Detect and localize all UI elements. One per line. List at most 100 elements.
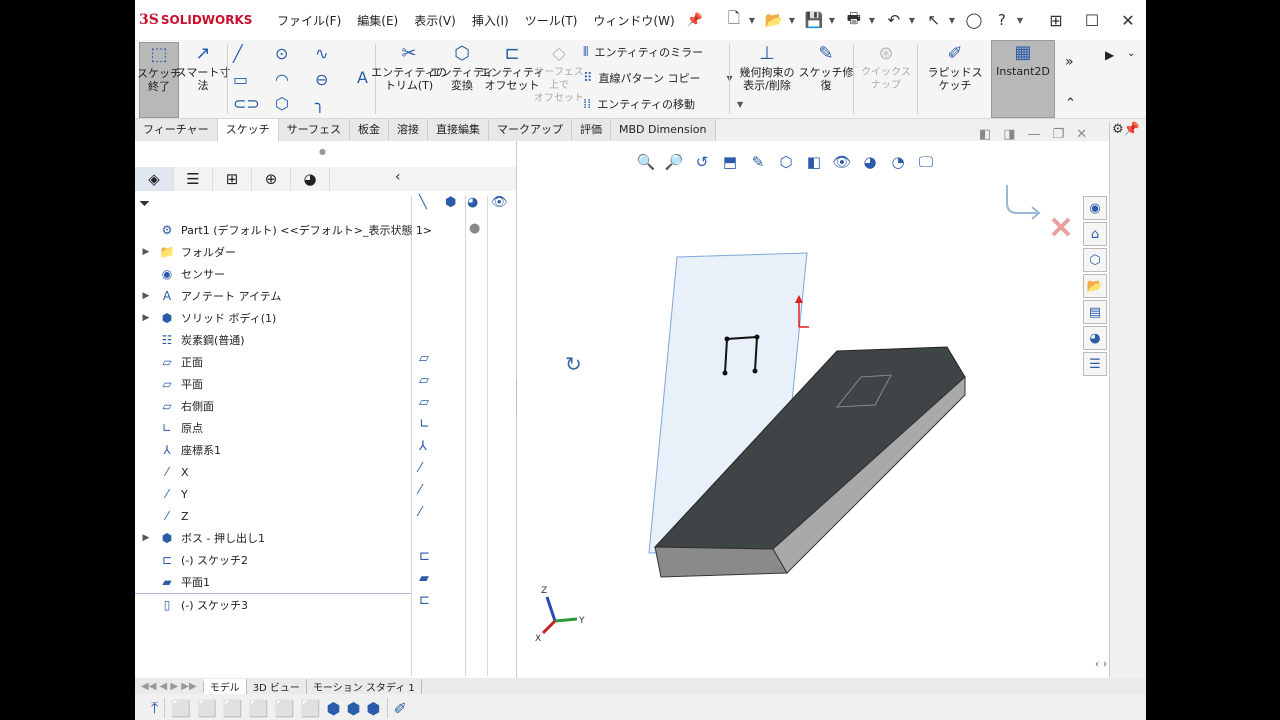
line-color-icon[interactable]: ╲ <box>419 195 427 210</box>
tree-item-annotations[interactable]: ▶ A アノテート アイテム <box>135 285 282 307</box>
tree-item-solid-bodies[interactable]: ▶ ⬢ ソリッド ボディ(1) <box>135 307 277 329</box>
fillet-icon[interactable]: ╮ <box>315 94 325 113</box>
graphics-viewport[interactable]: ◧ ◨ — ❐ ✕ 🔍 🔎 ↺ ⬒ ✎ ⬡ ◧ 👁 ◕ ◔ 🖵 ↻ Z Y X … <box>517 127 1109 678</box>
text-icon[interactable]: A <box>357 68 368 87</box>
right-view-icon[interactable]: ⬜ <box>249 699 269 718</box>
new-document-icon[interactable]: 🗋 <box>721 8 747 32</box>
smart-dimension-button[interactable]: ↗ スマート寸 法 <box>176 42 231 92</box>
chevron-down-icon[interactable]: ▼ <box>869 16 879 25</box>
panel-grip-icon[interactable]: ● <box>319 147 326 156</box>
menu-edit[interactable]: 編集(E) <box>349 12 406 29</box>
tab-scroll-arrows[interactable]: ◀◀ ◀ ▶ ▶▶ <box>135 680 204 692</box>
tab-features[interactable]: フィーチャー <box>135 119 218 141</box>
relations-button[interactable]: ⊥ 幾何拘束の 表示/削除 <box>735 42 799 92</box>
link-view-icon[interactable]: ✐ <box>394 699 407 718</box>
chevron-down-icon[interactable]: ▼ <box>737 100 743 109</box>
tree-item-material[interactable]: ☷ 炭素鋼(普通) <box>135 329 245 351</box>
rectangle-icon[interactable]: ▭ <box>233 70 248 89</box>
collapse-ribbon-icon[interactable]: ⌃ <box>1065 96 1076 111</box>
help-icon[interactable]: ? <box>989 8 1015 32</box>
close-icon[interactable]: ✕ <box>1110 0 1146 40</box>
visibility-icon[interactable]: 👁 <box>491 195 508 210</box>
circle-icon[interactable]: ⊙ <box>275 44 288 63</box>
instant2d-button[interactable]: ▦ Instant2D <box>991 40 1055 118</box>
normal-to-icon[interactable]: ⤒ <box>151 698 158 718</box>
collapse-panel-icon[interactable]: ‹ <box>395 169 401 185</box>
menu-tools[interactable]: ツール(T) <box>517 12 586 29</box>
property-manager-tab-icon[interactable]: ☰ <box>174 167 213 191</box>
minimize-icon[interactable]: — <box>1028 127 1041 142</box>
chevron-down-icon[interactable]: ⌄ <box>1127 48 1135 59</box>
move-entities-button[interactable]: ⁞⁞ エンティティの移動 ▼ <box>583 96 743 112</box>
tree-item-axis-z[interactable]: ⁄ Z <box>135 505 189 527</box>
confirmation-corner[interactable] <box>1006 185 1071 237</box>
print-icon[interactable]: 🖶 <box>841 8 867 32</box>
bottom-view-icon[interactable]: ⬜ <box>301 699 321 718</box>
quick-snap-button[interactable]: ⊛ クイックスナップ <box>857 42 915 92</box>
slot-icon[interactable]: ⊂⊃ <box>233 94 260 113</box>
tab-weldments[interactable]: 溶接 <box>389 119 429 141</box>
tab-surfaces[interactable]: サーフェス <box>278 119 351 141</box>
back-view-icon[interactable]: ⬜ <box>197 699 217 718</box>
tree-item-top-plane[interactable]: ▱ 平面 <box>135 373 203 395</box>
more-commands-icon[interactable]: » <box>1065 54 1074 70</box>
previous-icon[interactable]: ◧ <box>979 127 991 142</box>
home-icon[interactable]: ⌂ <box>1083 222 1107 246</box>
play-icon[interactable]: ▶ <box>1105 48 1114 62</box>
offset-entities-button[interactable]: ⊏ エンティティ オフセット <box>480 42 545 92</box>
feature-manager-tab-icon[interactable]: ◈ <box>135 167 174 191</box>
tree-item-sketch3[interactable]: ▯ (-) スケッチ3 <box>135 593 411 616</box>
linear-pattern-button[interactable]: ⠿直線パターン コピー ▼ <box>583 70 733 86</box>
tab-markup[interactable]: マークアップ <box>489 119 573 141</box>
appearance-ball-icon[interactable]: ● <box>469 221 480 236</box>
tree-item-origin[interactable]: ∟ 原点 <box>135 417 203 439</box>
chevron-down-icon[interactable]: ▼ <box>909 16 919 25</box>
chevron-down-icon[interactable]: ▼ <box>789 16 799 25</box>
tab-sketch[interactable]: スケッチ <box>217 119 279 141</box>
spline-icon[interactable]: ∿ <box>315 44 328 63</box>
save-icon[interactable]: 💾 <box>801 8 827 32</box>
dimxpert-tab-icon[interactable]: ⊕ <box>252 167 291 191</box>
chevron-down-icon[interactable]: ▼ <box>949 16 959 25</box>
tree-item-folder[interactable]: ▶ 📁 フォルダー <box>135 241 236 263</box>
isometric-view-icon[interactable]: ⬢ <box>327 699 341 718</box>
tree-item-sensors[interactable]: ◉ センサー <box>135 263 225 285</box>
mirror-entities-button[interactable]: ⫴ エンティティのミラー <box>583 44 703 60</box>
left-view-icon[interactable]: ⬜ <box>223 699 243 718</box>
restore-icon[interactable]: ❐ <box>1053 127 1065 142</box>
task-pane-options-icon[interactable]: ⚙📌 <box>1112 122 1140 137</box>
repair-sketch-button[interactable]: ✎ スケッチ修 復 <box>799 42 854 92</box>
tab-sheet-metal[interactable]: 板金 <box>350 119 390 141</box>
filter-icon[interactable]: ⏷ <box>139 196 150 212</box>
arc-icon[interactable]: ◠ <box>275 70 289 89</box>
tree-item-axis-y[interactable]: ⁄ Y <box>135 483 188 505</box>
tree-item-plane1[interactable]: ▰ 平面1 <box>135 571 210 593</box>
sketch-end-button[interactable]: ⬚ スケッチ 終了 <box>137 42 181 118</box>
open-icon[interactable]: 📂 <box>761 8 787 32</box>
select-icon[interactable]: ↖ <box>921 8 947 32</box>
undo-icon[interactable]: ↶ <box>881 8 907 32</box>
menu-insert[interactable]: 挿入(I) <box>464 12 517 29</box>
rapid-sketch-button[interactable]: ✐ ラピッドスケッチ <box>923 42 987 92</box>
surface-offset-button[interactable]: ◇ サーフェス 上で オフセット <box>534 42 584 105</box>
trimetric-view-icon[interactable]: ⬢ <box>347 699 361 718</box>
line-icon[interactable]: ╱ <box>233 44 243 63</box>
design-library-icon[interactable]: ⬡ <box>1083 248 1107 272</box>
tab-3d-views[interactable]: 3D ビュー <box>247 678 307 694</box>
appearances-icon[interactable]: ◕ <box>1083 326 1107 350</box>
display-manager-tab-icon[interactable]: ◕ <box>291 167 330 191</box>
tree-item-part[interactable]: ⚙ Part1 (デフォルト) <<デフォルト>_表示状態 1> <box>135 219 433 241</box>
file-explorer-icon[interactable]: 📂 <box>1083 274 1107 298</box>
chevron-down-icon[interactable]: ▼ <box>749 16 759 25</box>
tab-direct-editing[interactable]: 直接編集 <box>428 119 490 141</box>
tree-item-right-plane[interactable]: ▱ 右側面 <box>135 395 214 417</box>
tree-item-sketch2[interactable]: ⊏ (-) スケッチ2 <box>135 549 248 571</box>
polygon-icon[interactable]: ⬡ <box>275 94 289 113</box>
tab-motion-study[interactable]: モーション スタディ 1 <box>307 678 422 694</box>
ellipse-icon[interactable]: ⊖ <box>315 70 328 89</box>
tab-mbd-dimension[interactable]: MBD Dimension <box>611 119 716 141</box>
body-icon[interactable]: ⬢ <box>445 195 456 210</box>
menu-view[interactable]: 表示(V) <box>406 12 464 29</box>
pin-icon[interactable]: 📌 <box>687 13 703 28</box>
solidworks-resources-icon[interactable]: ◉ <box>1083 196 1107 220</box>
